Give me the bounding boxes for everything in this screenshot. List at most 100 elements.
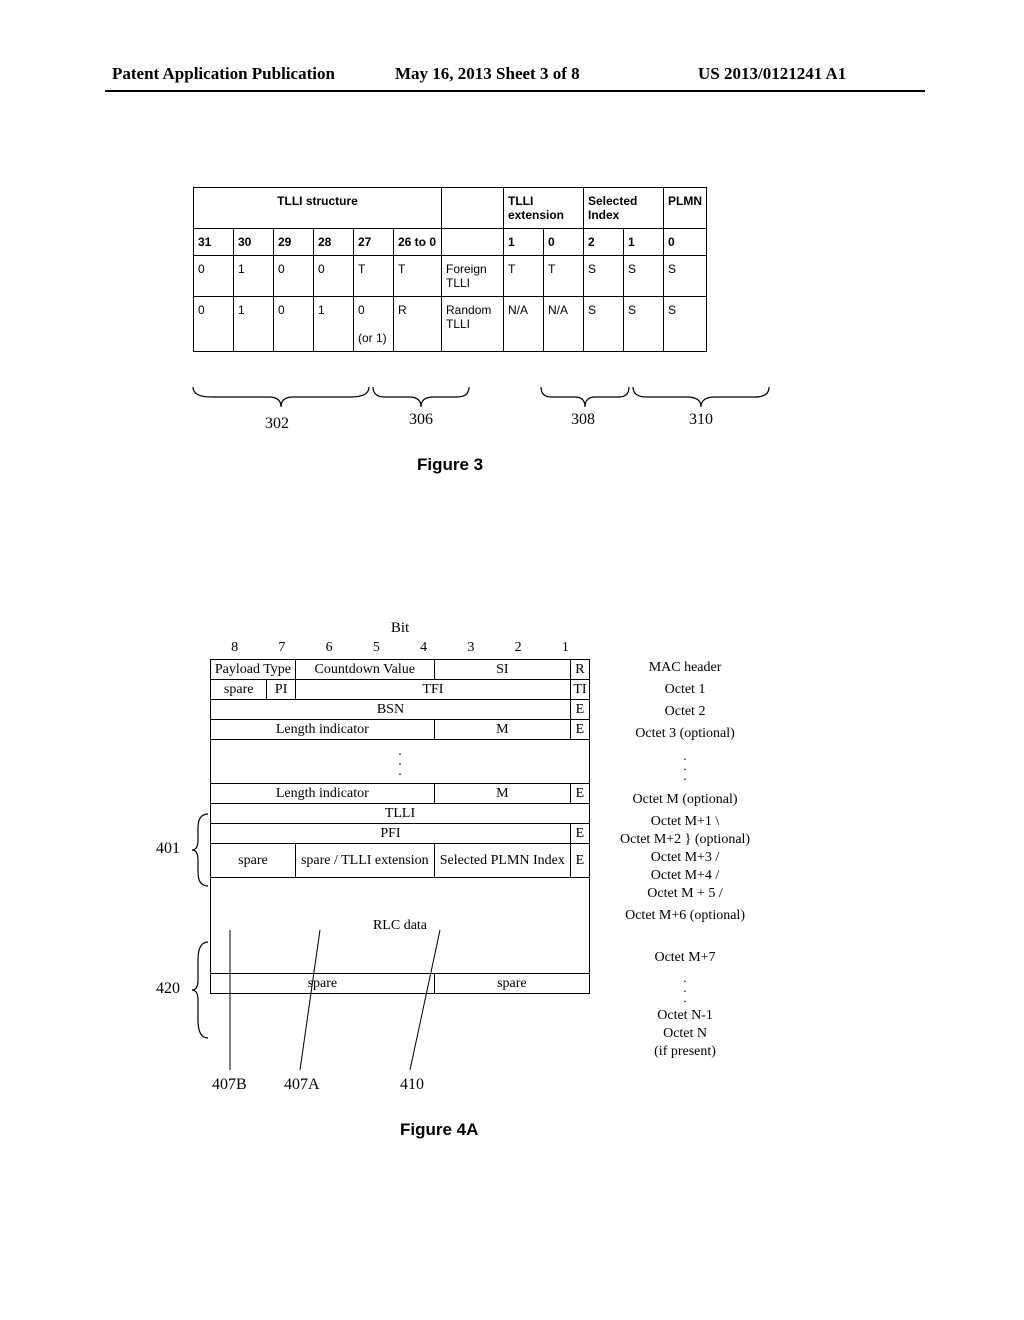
header-rule [105,90,925,92]
bit-26to0: 26 to 0 [394,229,442,256]
r1-c4: T [354,256,394,297]
r2-e1: N/A [504,297,544,352]
s-ifpres: (if present) [620,1043,750,1061]
s-octN: Octet N [620,1025,750,1043]
bn5: 5 [354,639,399,657]
s-oct3: Octet 3 (optional) [620,725,750,747]
r5-pfi: PFI [211,824,571,844]
r1-c0: 0 [194,256,234,297]
r2-c4b: (or 1) [358,331,387,345]
grp-tlli-structure: TLLI structure [194,188,442,229]
s-oct5: Octet M + 5 / [620,885,750,907]
grp-blank [442,188,504,229]
r3-e: E [570,720,589,740]
r2-c2: 0 [274,297,314,352]
figure-3-caption: Figure 3 [417,455,483,475]
r0-payload: Payload Type [211,660,296,680]
dots-1: ... [211,740,590,784]
grp-selected-index: Selected Index [584,188,664,229]
hdr-right: US 2013/0121241 A1 [698,64,846,84]
bit-30: 30 [234,229,274,256]
r4-m: M [434,784,570,804]
r5-e: E [570,824,589,844]
r2-s0: S [664,297,707,352]
r1-s2: S [584,256,624,297]
figure-4a-caption: Figure 4A [400,1120,478,1140]
r3-m: M [434,720,570,740]
brace-310 [631,385,771,409]
s-mac: MAC header [620,659,750,681]
bn2: 2 [496,639,541,657]
bn7: 7 [259,639,304,657]
figure-3: TLLI structure TLLI extension Selected I… [193,187,903,352]
ref-308: 308 [571,411,595,429]
bit-28: 28 [314,229,354,256]
r1-s0: S [664,256,707,297]
bit-label: Bit [210,620,590,637]
bit-29: 29 [274,229,314,256]
r1-s1: S [624,256,664,297]
ref-310: 310 [689,411,713,429]
bit-31: 31 [194,229,234,256]
leader-lines [210,920,590,1080]
brace-302 [191,385,371,409]
r6-e: E [570,844,589,878]
r2-lbl: Random TLLI [442,297,504,352]
r0-r: R [570,660,589,680]
s-octM: Octet M (optional) [620,791,750,813]
hdr-left: Patent Application Publication [112,64,335,84]
r1-c3: 0 [314,256,354,297]
r1-lbl: Foreign TLLI [442,256,504,297]
ref-407A: 407A [284,1076,320,1094]
ref-401: 401 [156,840,180,858]
s-oct2: Octet 2 [620,703,750,725]
s-tlli1: Octet M+1 \ [620,813,750,831]
r6-ext: spare / TLLI extension [295,844,434,878]
r1-e1: T [504,256,544,297]
r1-spare: spare [211,680,267,700]
r4-li: Length indicator [211,784,435,804]
s-tlli2: Octet M+2 } (optional) [620,831,750,849]
r2-c1: 1 [234,297,274,352]
ext-1: 1 [504,229,544,256]
bn3: 3 [448,639,493,657]
s-tlli4: Octet M+4 / [620,867,750,885]
ref-420: 420 [156,980,180,998]
brace-306 [371,385,471,409]
grp-tlli-ext: TLLI extension [504,188,584,229]
r0-si: SI [434,660,570,680]
s-oct1: Octet 1 [620,681,750,703]
r1-pi: PI [267,680,295,700]
r1-tfi: TFI [295,680,570,700]
r3-li: Length indicator [211,720,435,740]
ref-410: 410 [400,1076,424,1094]
figure-4a: Bit 8 7 6 5 4 3 2 1 Payload Type Countdo… [210,620,870,1061]
r1-c5: T [394,256,442,297]
sel-2: 2 [584,229,624,256]
r2-c5: R [394,297,442,352]
r6-plmn: Selected PLMN Index [434,844,570,878]
bit-27: 27 [354,229,394,256]
hdr-mid: May 16, 2013 Sheet 3 of 8 [395,64,580,84]
brace-308 [539,385,631,409]
ext-0: 0 [544,229,584,256]
brace-420 [192,940,210,1040]
grp-plmn: PLMN [664,188,707,229]
r1-c1: 1 [234,256,274,297]
r0-cdv: Countdown Value [295,660,434,680]
s-tlli3: Octet M+3 / [620,849,750,867]
r1-c2: 0 [274,256,314,297]
side-column: MAC header Octet 1 Octet 2 Octet 3 (opti… [620,659,750,1061]
r4-e: E [570,784,589,804]
s-dots1: ... [620,747,750,791]
r2-bsn: BSN [211,700,571,720]
s-octN1: Octet N-1 [620,1007,750,1025]
bn4: 4 [401,639,446,657]
r6-spare: spare [211,844,296,878]
r2-s2: S [584,297,624,352]
r2-c4a: 0 [358,303,365,317]
sel-0: 0 [664,229,707,256]
ref-302: 302 [265,415,289,433]
bn6: 6 [307,639,352,657]
bit-blank [442,229,504,256]
